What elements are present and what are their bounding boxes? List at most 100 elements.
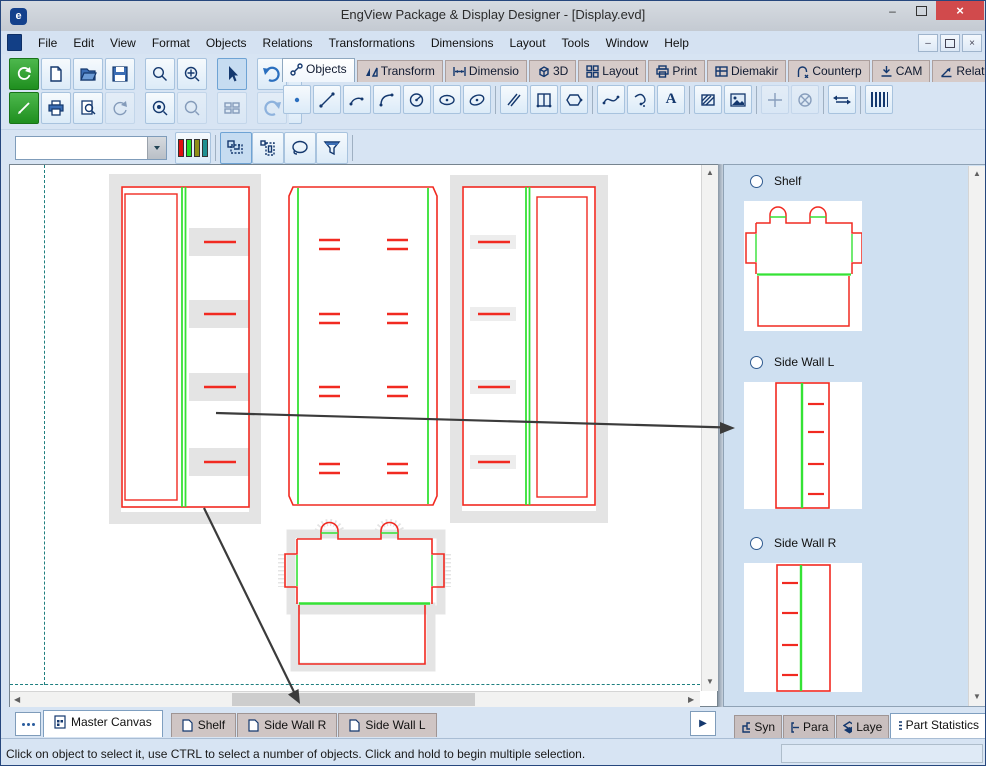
maximize-button[interactable] [907, 1, 936, 20]
arc-fillet-tool[interactable] [373, 85, 401, 114]
save-button[interactable] [105, 58, 135, 90]
radio-shelf[interactable] [750, 175, 763, 188]
freehand-tool[interactable] [627, 85, 655, 114]
scroll-left-icon[interactable]: ◀ [14, 695, 20, 704]
tab-side-wall-l[interactable]: Side Wall L [338, 713, 436, 737]
engview-home-button[interactable] [9, 58, 39, 90]
print-preview-button[interactable] [73, 92, 103, 124]
lasso-select-button[interactable] [284, 132, 316, 164]
line-tool[interactable] [313, 85, 341, 114]
scroll-up-icon[interactable]: ▲ [706, 168, 714, 177]
grid-button[interactable] [217, 92, 247, 124]
menu-relations[interactable]: Relations [255, 34, 321, 52]
panel-tab-parameters[interactable]: Para [783, 715, 835, 738]
edit-mode-button[interactable] [9, 92, 39, 124]
thumbnail-side-wall-l[interactable] [744, 382, 862, 509]
menu-edit[interactable]: Edit [65, 34, 102, 52]
ellipse-tool[interactable] [433, 85, 461, 114]
radio-side-wall-l[interactable] [750, 356, 763, 369]
hatch-tool[interactable] [694, 85, 722, 114]
spline-tool[interactable] [597, 85, 625, 114]
ribbon-tab-relations[interactable]: Relations [932, 60, 986, 82]
ribbon-tab-dimension[interactable]: Dimensio [445, 60, 527, 82]
open-button[interactable] [73, 58, 103, 90]
zoom-button[interactable] [145, 58, 175, 90]
menu-transformations[interactable]: Transformations [321, 34, 423, 52]
menu-window[interactable]: Window [598, 34, 657, 52]
text-tool[interactable]: A [657, 85, 685, 114]
style-combobox[interactable] [15, 136, 167, 160]
panel-tab-synchronize[interactable]: Syn [734, 715, 782, 738]
part-row-side-wall-r[interactable]: Side Wall R [750, 536, 836, 550]
menu-tools[interactable]: Tools [554, 34, 598, 52]
image-tool[interactable] [724, 85, 752, 114]
menu-format[interactable]: Format [144, 34, 198, 52]
zoom-out-button[interactable] [177, 92, 207, 124]
select-tool-button[interactable] [217, 58, 247, 90]
parallel-line-tool[interactable] [500, 85, 528, 114]
thumbnail-shelf[interactable] [744, 201, 862, 331]
canvas-horizontal-scrollbar[interactable]: ◀ ▶ [10, 691, 700, 707]
combo-dropdown-button[interactable] [147, 137, 166, 159]
arc-tool[interactable] [343, 85, 371, 114]
tab-side-wall-r[interactable]: Side Wall R [237, 713, 337, 737]
menu-view[interactable]: View [102, 34, 144, 52]
scroll-up-icon[interactable]: ▲ [973, 169, 981, 178]
panel-tab-part-statistics[interactable]: Part Statistics [890, 713, 986, 738]
select-inside-button[interactable] [252, 132, 284, 164]
tab-shelf[interactable]: Shelf [171, 713, 236, 737]
canvas-vertical-scrollbar[interactable]: ▲ ▼ [701, 165, 718, 691]
mdi-restore-button[interactable] [940, 34, 960, 52]
ribbon-tab-print[interactable]: Print [648, 60, 705, 82]
menu-objects[interactable]: Objects [198, 34, 255, 52]
hscroll-thumb[interactable] [232, 693, 475, 706]
document-icon [7, 34, 22, 51]
barcode-tool[interactable] [865, 85, 893, 114]
close-button[interactable]: × [936, 1, 984, 20]
new-document-button[interactable] [41, 58, 71, 90]
thumbnail-side-wall-r[interactable] [744, 563, 862, 692]
menu-help[interactable]: Help [656, 34, 697, 52]
refresh-button[interactable] [105, 92, 135, 124]
line-styles-button[interactable] [175, 132, 211, 164]
tab-master-canvas[interactable]: Master Canvas [43, 710, 163, 737]
canvas-tab-strip: Master Canvas Shelf Side Wall R Side Wal… [9, 707, 718, 738]
scroll-down-icon[interactable]: ▼ [973, 692, 981, 701]
radio-side-wall-r[interactable] [750, 537, 763, 550]
part-row-side-wall-l[interactable]: Side Wall L [750, 355, 834, 369]
select-touching-button[interactable] [220, 132, 252, 164]
menu-layout[interactable]: Layout [502, 34, 554, 52]
menu-file[interactable]: File [30, 34, 65, 52]
scroll-right-icon[interactable]: ▶ [688, 695, 694, 704]
circle-cross-tool[interactable] [791, 85, 819, 114]
scroll-down-icon[interactable]: ▼ [706, 677, 714, 686]
ribbon-tab-layout[interactable]: Layout [578, 60, 646, 82]
zoom-selection-button[interactable] [145, 92, 175, 124]
polygon-tool[interactable] [560, 85, 588, 114]
filter-button[interactable] [316, 132, 348, 164]
part-row-shelf[interactable]: Shelf [750, 174, 801, 188]
point-tool[interactable] [283, 85, 311, 114]
mdi-minimize-button[interactable]: – [918, 34, 938, 52]
mdi-close-button[interactable]: × [962, 34, 982, 52]
ribbon-tab-objects[interactable]: Objects [282, 58, 355, 82]
master-canvas[interactable] [10, 165, 700, 691]
panel-tab-layers[interactable]: Laye [836, 715, 889, 738]
ribbon-tab-transform[interactable]: Transform [357, 60, 443, 82]
double-arrow-tool[interactable] [828, 85, 856, 114]
ribbon-tab-counterpart[interactable]: Counterp [788, 60, 869, 82]
circle-tool[interactable] [403, 85, 431, 114]
menu-dimensions[interactable]: Dimensions [423, 34, 502, 52]
panel-scrollbar[interactable]: ▲ ▼ [968, 166, 985, 706]
minimize-button[interactable]: – [878, 1, 907, 20]
ribbon-tab-diemaking[interactable]: Diemakir [707, 60, 786, 82]
ribbon-tab-cam[interactable]: CAM [872, 60, 931, 82]
tab-overflow-button[interactable] [15, 712, 41, 736]
ribbon-tab-3d[interactable]: 3D [529, 60, 576, 82]
tab-next-button[interactable]: ▶ [690, 711, 716, 736]
rotated-ellipse-tool[interactable] [463, 85, 491, 114]
zoom-extents-button[interactable] [177, 58, 207, 90]
crosshair-tool[interactable] [761, 85, 789, 114]
rectangle-tool[interactable] [530, 85, 558, 114]
print-button[interactable] [41, 92, 71, 124]
